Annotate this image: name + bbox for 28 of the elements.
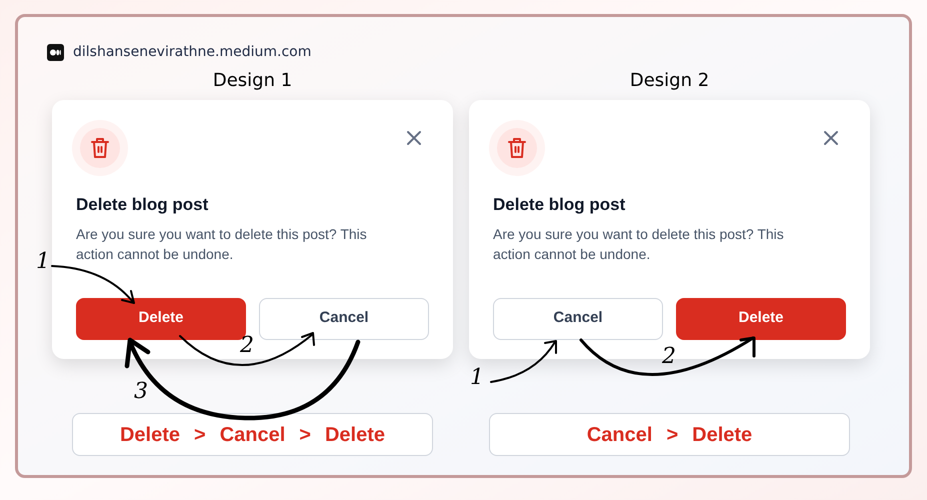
- step-number: 2: [662, 345, 676, 369]
- separator: >: [299, 422, 311, 448]
- trash-icon: [507, 137, 527, 159]
- flow-step: Delete: [324, 420, 386, 450]
- dialog-title: Delete blog post: [493, 194, 626, 216]
- cancel-button[interactable]: Cancel: [259, 298, 429, 340]
- flow-step: Delete: [692, 420, 752, 450]
- step-number: 1: [36, 250, 50, 274]
- separator: >: [194, 422, 206, 448]
- flow-step: Delete: [120, 420, 180, 450]
- dialog-message: Are you sure you want to delete this post? This action cannot be undone.: [493, 224, 785, 264]
- close-icon[interactable]: [406, 130, 422, 146]
- dialog-title: Delete blog post: [76, 194, 210, 216]
- design-title: Design 1: [212, 69, 292, 93]
- step-number: 3: [134, 380, 148, 404]
- cancel-button[interactable]: Cancel: [493, 298, 663, 340]
- close-icon[interactable]: [823, 130, 839, 146]
- separator: >: [666, 422, 678, 448]
- trash-icon: [90, 137, 110, 159]
- delete-button[interactable]: Delete: [676, 298, 846, 340]
- source-domain: dilshansenevirathne.medium.com: [73, 43, 312, 62]
- step-number: 1: [470, 366, 484, 390]
- flow-step: Cancel: [220, 420, 286, 450]
- flow-step: Cancel: [586, 420, 652, 450]
- dialog-message: Are you sure you want to delete this post? This action cannot be undone.: [76, 224, 368, 264]
- arrow: [490, 340, 557, 383]
- design-title: Design 2: [630, 69, 710, 93]
- medium-logo-icon: [47, 44, 64, 61]
